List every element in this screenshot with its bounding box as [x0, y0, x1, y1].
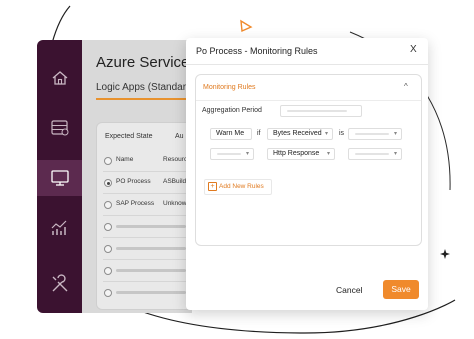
table-row-placeholder[interactable]: [97, 216, 192, 238]
sidebar-item-home[interactable]: [37, 60, 82, 96]
rule2-severity-select[interactable]: ▾: [210, 148, 254, 160]
is-label: is: [339, 130, 345, 137]
expected-state-filter[interactable]: Expected State: [105, 133, 152, 140]
secondary-filter[interactable]: Au: [175, 133, 184, 140]
placeholder-bar: [116, 269, 186, 272]
table-header-row: Name Resourc: [97, 150, 192, 172]
section-divider: [196, 100, 421, 101]
row-radio[interactable]: [104, 267, 112, 275]
chevron-down-icon: ▾: [245, 151, 249, 157]
aggregation-period-input[interactable]: [280, 105, 362, 117]
server-icon: [50, 120, 68, 136]
chevron-down-icon: ▾: [324, 131, 328, 137]
add-new-rules-button[interactable]: + Add New Rules: [204, 179, 272, 195]
row-name: PO Process: [116, 178, 151, 185]
placeholder-bar: [116, 225, 186, 228]
metric-select[interactable]: Bytes Received ▾: [267, 128, 333, 140]
rule2-condition-select[interactable]: ▾: [348, 148, 402, 160]
row-radio[interactable]: [104, 245, 112, 253]
apps-table-card: Expected State Au Name Resourc PO Proces…: [96, 122, 192, 310]
section-title[interactable]: Monitoring Rules: [203, 84, 256, 91]
page-title: Azure Services: [96, 54, 192, 71]
sparkle-icon: [440, 249, 450, 259]
aggregation-period-label: Aggregation Period: [202, 107, 262, 114]
row-radio[interactable]: [104, 223, 112, 231]
chevron-down-icon: ▾: [393, 151, 397, 157]
monitor-icon: [50, 170, 69, 186]
dialog-divider: [186, 64, 428, 65]
active-tab-indicator: [96, 98, 192, 100]
column-header-name: Name: [116, 156, 134, 163]
sidebar-item-tools[interactable]: [37, 266, 82, 302]
metric-value: Bytes Received: [273, 130, 322, 137]
table-row[interactable]: SAP Process Unknow: [97, 194, 192, 216]
row-radio[interactable]: [104, 179, 112, 187]
table-row-placeholder[interactable]: [97, 282, 192, 304]
chevron-down-icon: ▾: [326, 151, 330, 157]
metric-value: Http Response: [273, 150, 320, 157]
rule2-metric-select[interactable]: Http Response ▾: [267, 148, 335, 160]
row-radio[interactable]: [104, 201, 112, 209]
table-row[interactable]: PO Process ASBuild: [97, 172, 192, 194]
plus-icon: +: [208, 182, 217, 191]
row-resource: ASBuild: [163, 178, 187, 185]
condition-select[interactable]: ▾: [348, 128, 402, 140]
app-background: Azure Services Logic Apps (Standard) Exp…: [82, 40, 192, 313]
monitoring-rules-dialog: Po Process - Monitoring Rules X Monitori…: [186, 38, 428, 310]
sidebar: [37, 40, 82, 313]
severity-select[interactable]: Warn Me: [210, 128, 252, 140]
table-row-placeholder[interactable]: [97, 238, 192, 260]
save-button[interactable]: Save: [383, 280, 419, 299]
sidebar-item-servers[interactable]: [37, 110, 82, 146]
row-name: SAP Process: [116, 200, 155, 207]
chevron-down-icon: ▾: [393, 131, 397, 137]
sidebar-item-monitoring[interactable]: [37, 160, 82, 196]
chevron-up-icon[interactable]: ^: [404, 82, 408, 91]
add-new-rules-label: Add New Rules: [219, 183, 264, 190]
home-icon: [52, 71, 67, 85]
dialog-title: Po Process - Monitoring Rules: [196, 46, 318, 56]
close-button[interactable]: X: [410, 44, 417, 55]
tools-icon: [52, 274, 67, 292]
placeholder-bar: [116, 247, 186, 250]
row-radio[interactable]: [104, 289, 112, 297]
sidebar-item-analytics[interactable]: [37, 210, 82, 246]
monitoring-rules-panel: Monitoring Rules ^ Aggregation Period Wa…: [195, 74, 422, 246]
tab-logic-apps[interactable]: Logic Apps (Standard): [96, 82, 192, 93]
table-row-placeholder[interactable]: [97, 260, 192, 282]
analytics-icon: [51, 220, 66, 235]
if-label: if: [257, 130, 261, 137]
cancel-button[interactable]: Cancel: [336, 285, 362, 295]
placeholder-bar: [116, 291, 186, 294]
select-all-radio[interactable]: [104, 157, 112, 165]
play-triangle-icon: [240, 19, 253, 33]
severity-value: Warn Me: [216, 130, 245, 137]
column-header-resource: Resourc: [163, 156, 188, 163]
row-resource: Unknow: [163, 200, 187, 207]
